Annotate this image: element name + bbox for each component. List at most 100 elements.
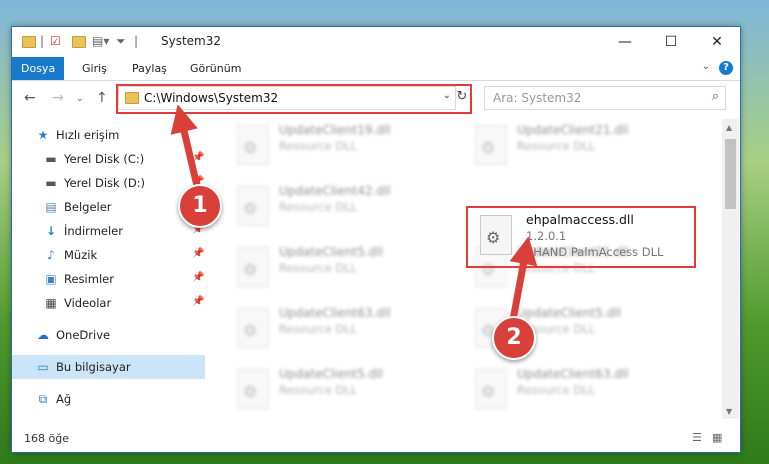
sidebar-item-label: Müzik xyxy=(64,248,98,262)
dll-file-icon xyxy=(475,125,507,165)
sidebar-item-label: Resimler xyxy=(64,272,114,286)
file-description: Resource DLL xyxy=(279,322,358,336)
sidebar-item-music[interactable]: ♪ Müzik 📌 xyxy=(12,243,205,267)
explorer-window: | ☑ ▤▾ ⏷ | System32 — ☐ ✕ Dosya Giriş Pa… xyxy=(11,26,741,453)
forward-arrow-icon[interactable]: → xyxy=(52,90,64,106)
dll-file-icon xyxy=(237,308,269,348)
chevron-down-icon[interactable]: ⌄ xyxy=(702,61,710,72)
list-item[interactable]: UpdateClient19.dll Resource DLL xyxy=(217,119,427,173)
file-name: UpdateClient42.dll xyxy=(279,184,391,198)
file-highlight-box xyxy=(466,206,696,268)
new-folder-icon[interactable] xyxy=(72,36,86,48)
star-icon: ★ xyxy=(37,128,49,142)
sidebar-item-downloads[interactable]: ↓ İndirmeler 📌 xyxy=(12,219,205,243)
list-item[interactable]: UpdateClient5.dll Resource DLL xyxy=(217,363,427,417)
sidebar-item-disk-d[interactable]: ▬ Yerel Disk (D:) 📌 xyxy=(12,171,205,195)
videos-icon: ▦ xyxy=(45,296,57,310)
highlighted-file[interactable]: ehpalmaccess.dll 1.2.0.1 EHAND PalmAcces… xyxy=(466,206,698,268)
sidebar-item-network[interactable]: ⧉ Ağ xyxy=(12,387,205,411)
file-name: UpdateClient5.dll xyxy=(279,245,383,259)
dll-file-icon xyxy=(237,186,269,226)
file-name: UpdateClient19.dll xyxy=(279,123,391,137)
sidebar-item-label: Bu bilgisayar xyxy=(56,360,131,374)
file-description: Resource DLL xyxy=(279,200,358,214)
recent-locations-icon[interactable]: ⌄ xyxy=(76,94,84,104)
pin-icon[interactable]: 📌 xyxy=(192,296,204,307)
view-options-icon[interactable]: ▤▾ xyxy=(92,34,109,50)
list-item[interactable]: UpdateClient42.dll Resource DLL xyxy=(217,180,427,234)
download-icon: ↓ xyxy=(45,224,57,238)
dll-file-icon xyxy=(475,369,507,409)
list-item[interactable]: UpdateClient5.dll Resource DLL xyxy=(217,241,427,295)
file-name: UpdateClient21.dll xyxy=(517,123,629,137)
sidebar-item-label: Ağ xyxy=(56,392,72,406)
dll-file-icon xyxy=(237,369,269,409)
sidebar-item-documents[interactable]: ▤ Belgeler 📌 xyxy=(12,195,205,219)
file-description: Resource DLL xyxy=(279,383,358,397)
maximize-button[interactable]: ☐ xyxy=(648,27,694,57)
drive-icon: ▬ xyxy=(45,176,57,190)
details-view-icon[interactable]: ☰ xyxy=(692,432,706,444)
documents-icon: ▤ xyxy=(45,200,57,214)
search-input[interactable]: Ara: System32 ⌕ xyxy=(484,86,726,110)
properties-icon[interactable]: ☑ xyxy=(50,34,61,50)
file-list: UpdateClient19.dll Resource DLL UpdateCl… xyxy=(217,119,717,419)
sidebar-item-pictures[interactable]: ▣ Resimler 📌 xyxy=(12,267,205,291)
folder-icon xyxy=(22,36,36,48)
file-description: Resource DLL xyxy=(279,139,358,153)
pin-icon[interactable]: 📌 xyxy=(192,152,204,163)
close-button[interactable]: ✕ xyxy=(694,27,740,57)
file-name: UpdateClient63.dll xyxy=(517,367,629,381)
tab-dosya[interactable]: Dosya xyxy=(12,57,65,80)
cloud-icon: ☁ xyxy=(37,328,49,342)
sidebar-item-label: Yerel Disk (C:) xyxy=(64,152,145,166)
title-bar: | ☑ ▤▾ ⏷ | System32 — ☐ ✕ xyxy=(12,27,740,57)
file-name: UpdateClient5.dll xyxy=(517,306,621,320)
search-icon[interactable]: ⌕ xyxy=(712,89,719,104)
dll-file-icon xyxy=(237,125,269,165)
navigation-pane: ★ Hızlı erişim ▬ Yerel Disk (C:) 📌 ▬ Yer… xyxy=(12,119,205,419)
minimize-button[interactable]: — xyxy=(602,27,648,57)
music-icon: ♪ xyxy=(47,248,55,262)
list-item[interactable]: UpdateClient63.dll Resource DLL xyxy=(217,302,427,356)
scrollbar-thumb[interactable] xyxy=(725,139,736,209)
help-icon[interactable]: ? xyxy=(719,61,733,75)
file-description: Resource DLL xyxy=(279,261,358,275)
scroll-up-icon[interactable]: ▲ xyxy=(726,123,732,132)
dll-file-icon xyxy=(237,247,269,287)
sidebar-item-label: Hızlı erişim xyxy=(56,128,120,142)
list-item[interactable]: UpdateClient63.dll Resource DLL xyxy=(455,363,665,417)
pin-icon[interactable]: 📌 xyxy=(192,248,204,259)
status-bar: 168 öğe ☰ ▦ xyxy=(12,427,740,452)
tab-giris[interactable]: Giriş xyxy=(82,57,107,80)
tab-gorunum[interactable]: Görünüm xyxy=(190,57,241,80)
sidebar-item-this-pc[interactable]: ▭ Bu bilgisayar xyxy=(12,355,205,379)
pictures-icon: ▣ xyxy=(45,272,57,286)
pin-icon[interactable]: 📌 xyxy=(192,272,204,283)
sidebar-item-label: İndirmeler xyxy=(64,224,123,238)
address-highlight-box xyxy=(116,84,472,114)
computer-icon: ▭ xyxy=(37,360,49,374)
sidebar-item-onedrive[interactable]: ☁ OneDrive xyxy=(12,323,205,347)
item-count: 168 öğe xyxy=(24,432,69,445)
back-arrow-icon[interactable]: ← xyxy=(24,90,36,106)
list-item[interactable]: UpdateClient21.dll Resource DLL xyxy=(455,119,665,173)
tab-paylas[interactable]: Paylaş xyxy=(132,57,167,80)
sidebar-item-disk-c[interactable]: ▬ Yerel Disk (C:) 📌 xyxy=(12,147,205,171)
sidebar-item-label: OneDrive xyxy=(56,328,111,342)
step-badge-2: 2 xyxy=(492,316,536,360)
customize-toolbar-icon[interactable]: ⏷ xyxy=(116,34,126,50)
sidebar-item-label: Yerel Disk (D:) xyxy=(64,176,146,190)
sidebar-item-videos[interactable]: ▦ Videolar 📌 xyxy=(12,291,205,315)
drive-icon: ▬ xyxy=(45,152,57,166)
sidebar-item-label: Videolar xyxy=(64,296,112,310)
up-arrow-icon[interactable]: ↑ xyxy=(96,90,108,106)
sidebar-item-quick-access[interactable]: ★ Hızlı erişim xyxy=(12,123,205,147)
search-placeholder: Ara: System32 xyxy=(493,91,582,105)
list-item[interactable]: UpdateClient5.dll Resource DLL xyxy=(455,302,665,356)
scroll-down-icon[interactable]: ▼ xyxy=(726,407,732,416)
tiles-view-icon[interactable]: ▦ xyxy=(712,432,726,444)
vertical-scrollbar[interactable]: ▲ ▼ xyxy=(722,119,739,419)
ribbon-tabs: Dosya Giriş Paylaş Görünüm ⌄ ? xyxy=(12,57,740,81)
separator: | xyxy=(134,34,139,48)
